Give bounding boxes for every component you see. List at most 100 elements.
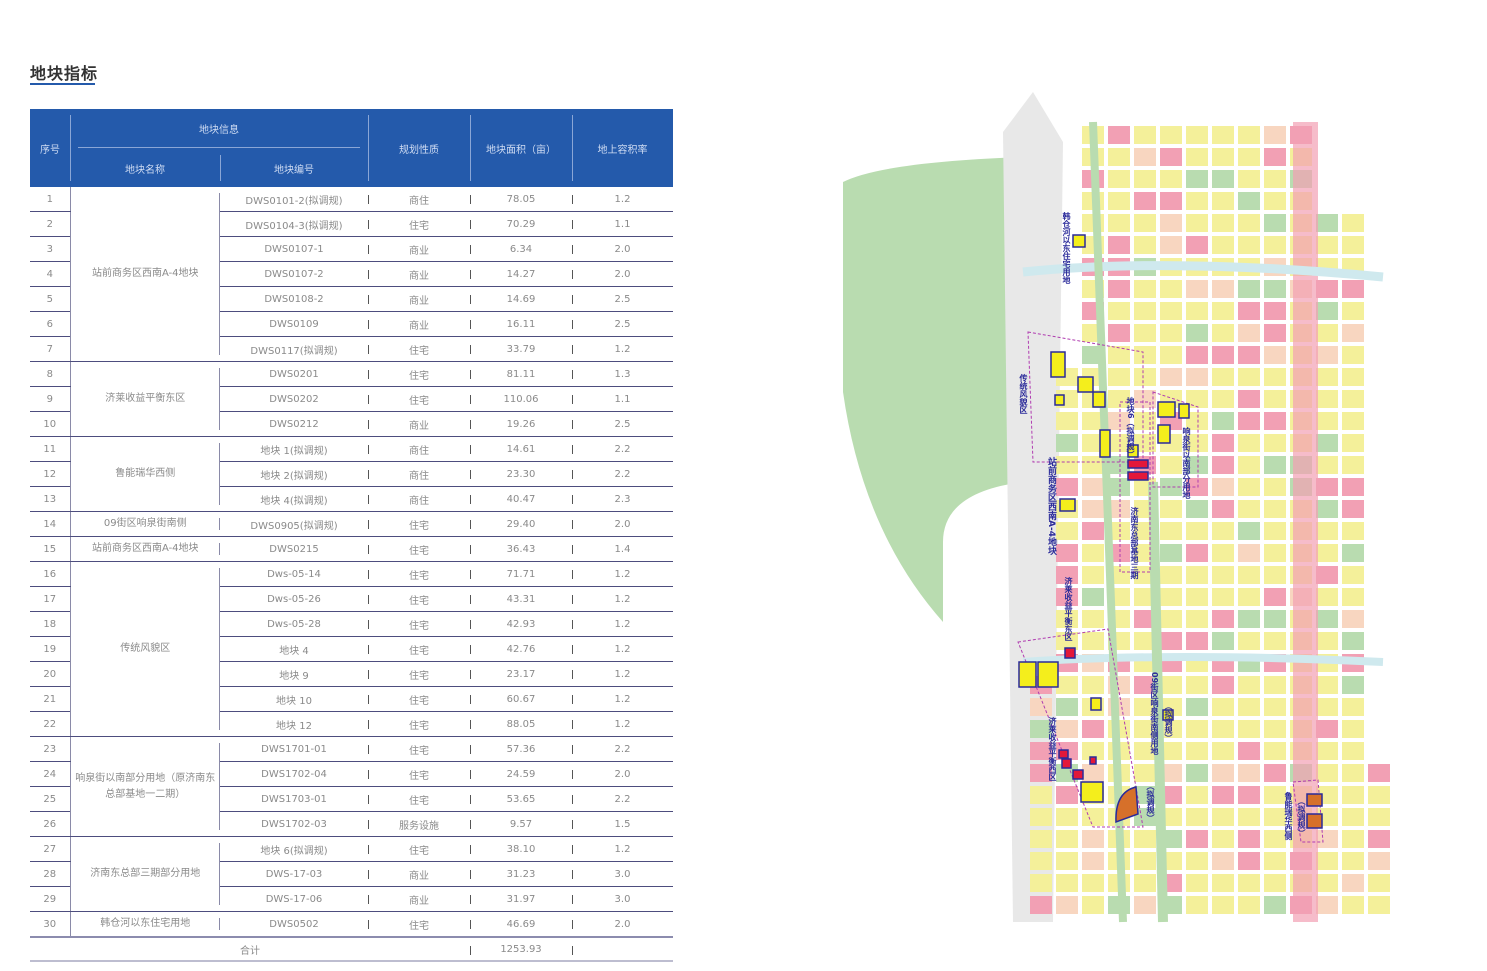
land-block <box>1264 500 1286 518</box>
land-block <box>1264 148 1286 166</box>
plot-far: 2.0 <box>572 511 673 537</box>
plot-area: 70.29 <box>470 211 572 237</box>
land-block <box>1342 412 1364 430</box>
map-label: 响泉街以南部分用地 <box>1182 427 1191 499</box>
land-block <box>1186 852 1208 870</box>
header-code: 地块编号 <box>274 165 314 176</box>
plot-nature: 住宅 <box>368 611 470 637</box>
land-block <box>1212 786 1234 804</box>
plot-code: 地块 9 <box>220 661 368 687</box>
plot-far: 1.1 <box>572 386 673 412</box>
plot-area: 33.79 <box>470 336 572 362</box>
highlight-plot <box>1306 793 1323 807</box>
plot-area: 42.93 <box>470 611 572 637</box>
land-block <box>1212 830 1234 848</box>
land-block <box>1186 170 1208 188</box>
land-block <box>1342 478 1364 496</box>
plot-area: 16.11 <box>470 311 572 337</box>
plot-area: 40.47 <box>470 486 572 512</box>
land-block <box>1238 412 1260 430</box>
land-block <box>1056 676 1078 694</box>
row-seq: 3 <box>30 236 70 262</box>
header-divider <box>78 147 360 148</box>
table-row: 8 济莱收益平衡东区 DWS0201 住宅 81.11 1.3 <box>30 361 673 437</box>
land-block <box>1238 830 1260 848</box>
land-block <box>1056 786 1078 804</box>
land-block <box>1160 566 1182 584</box>
plot-nature: 住宅 <box>368 586 470 612</box>
plot-far: 2.2 <box>572 461 673 487</box>
land-block <box>1342 852 1364 870</box>
row-seq: 22 <box>30 711 70 737</box>
plot-area: 42.76 <box>470 636 572 662</box>
land-block <box>1342 544 1364 562</box>
land-block <box>1264 346 1286 364</box>
land-block <box>1134 280 1156 298</box>
land-block <box>1134 852 1156 870</box>
land-block <box>1342 632 1364 650</box>
row-seq: 12 <box>30 461 70 487</box>
land-block <box>1316 236 1338 254</box>
land-block <box>1238 522 1260 540</box>
plot-area: 60.67 <box>470 686 572 712</box>
highlight-plot <box>1058 749 1069 759</box>
land-block <box>1160 676 1182 694</box>
row-seq: 27 <box>30 836 70 862</box>
land-block <box>1316 588 1338 606</box>
plot-far: 2.0 <box>572 911 673 938</box>
plot-code: DWS0212 <box>220 411 368 437</box>
land-block <box>1316 346 1338 364</box>
land-block <box>1160 456 1182 474</box>
plot-area: 19.26 <box>470 411 572 437</box>
land-block <box>1316 412 1338 430</box>
land-block <box>1342 522 1364 540</box>
land-block <box>1238 808 1260 826</box>
plot-nature: 住宅 <box>368 511 470 537</box>
row-seq: 6 <box>30 311 70 337</box>
land-block <box>1238 896 1260 914</box>
row-seq: 10 <box>30 411 70 437</box>
land-block <box>1238 852 1260 870</box>
map-label: （拟调规） <box>1146 782 1155 822</box>
map-label: 韩仓河以东住宅用地 <box>1062 212 1071 284</box>
plot-far: 2.0 <box>572 261 673 287</box>
plot-far: 1.2 <box>572 686 673 712</box>
land-block <box>1238 610 1260 628</box>
land-block <box>1108 126 1130 144</box>
land-block <box>1186 720 1208 738</box>
plot-area: 46.69 <box>470 911 572 938</box>
title-underline <box>30 83 95 85</box>
land-block <box>1186 324 1208 342</box>
land-block <box>1212 720 1234 738</box>
plot-code: 地块 6(拟调规) <box>220 836 368 862</box>
land-block <box>1030 698 1052 716</box>
land-block <box>1342 280 1364 298</box>
land-block <box>1342 896 1364 914</box>
header-seq: 序号 <box>40 145 60 156</box>
land-block <box>1082 874 1104 892</box>
map-label: 传统风貌区 <box>1019 374 1028 414</box>
land-block <box>1264 676 1286 694</box>
plot-area: 36.43 <box>470 536 572 562</box>
row-seq: 13 <box>30 486 70 512</box>
land-block <box>1342 676 1364 694</box>
plot-far: 1.3 <box>572 361 673 387</box>
plot-nature: 商业 <box>368 861 470 887</box>
plot-area: 110.06 <box>470 386 572 412</box>
land-block <box>1160 214 1182 232</box>
land-block <box>1342 610 1364 628</box>
land-block <box>1264 434 1286 452</box>
table-row: 1 站前商务区西南A-4地块 DWS0101-2(拟调规) 商住 78.05 1.2 <box>30 187 673 362</box>
land-block <box>1082 500 1104 518</box>
land-block <box>1238 698 1260 716</box>
plot-nature: 住宅 <box>368 786 470 812</box>
highlight-plot <box>1090 697 1102 711</box>
plot-name: 站前商务区西南A-4地块 <box>69 187 221 362</box>
land-block <box>1186 126 1208 144</box>
land-block <box>1082 478 1104 496</box>
land-block <box>1212 346 1234 364</box>
land-block <box>1160 500 1182 518</box>
land-block <box>1316 434 1338 452</box>
highlight-plot <box>1099 429 1111 458</box>
land-block <box>1238 324 1260 342</box>
